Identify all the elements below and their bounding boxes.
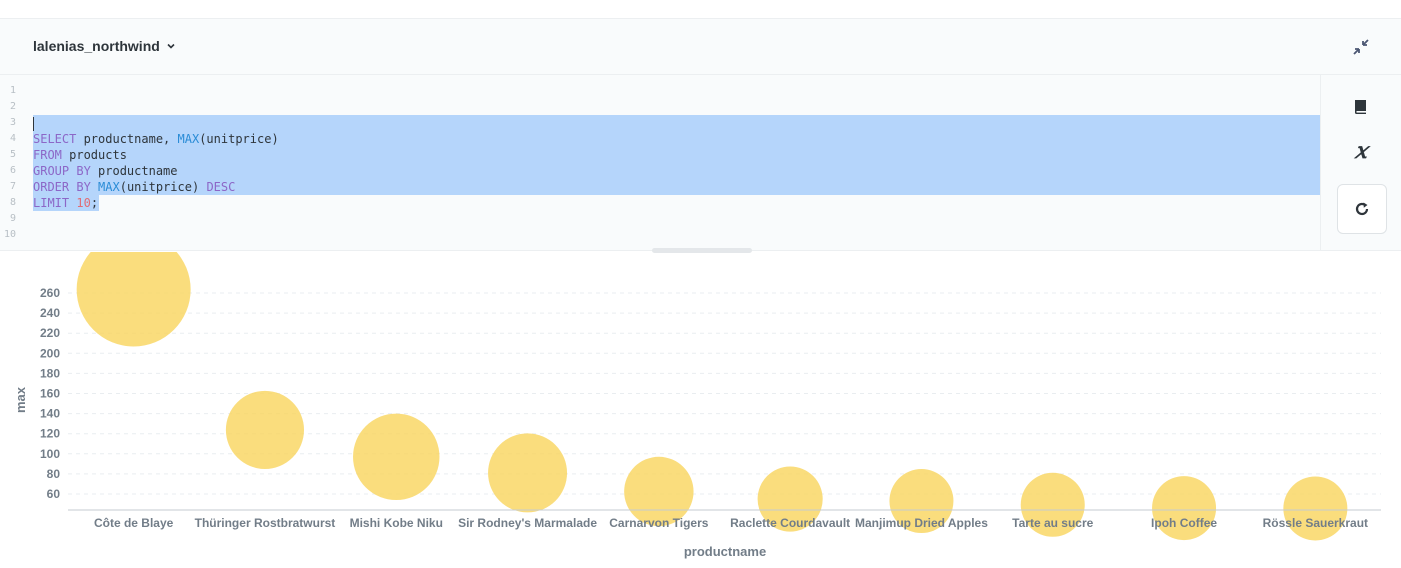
y-tick-label: 140 [40,407,60,421]
x-tick-label: Rössle Sauerkraut [1263,516,1368,530]
x-tick-label: Tarte au sucre [1012,516,1093,530]
x-tick-label: Sir Rodney's Marmalade [458,516,597,530]
line-number-gutter: 1 2 3 4 5 6 7 8 9 10 [0,83,20,243]
code-line[interactable]: LIMIT 10; [33,195,279,211]
code-line[interactable]: ​ [33,227,279,243]
y-tick-label: 220 [40,326,60,340]
code-lines[interactable]: ​​SELECT productname, MAX(unitprice)FROM… [33,83,279,243]
code-line[interactable]: SELECT productname, MAX(unitprice) [33,131,279,147]
line-number: 6 [9,165,16,176]
editor-sidebar: 𝑥 [1320,75,1401,250]
line-number: 5 [9,149,16,160]
database-name: lalenias_northwind [33,38,160,54]
bubble-point[interactable] [1152,476,1217,541]
line-number: 7 [9,181,16,192]
y-tick-label: 160 [40,387,60,401]
database-bar: lalenias_northwind [0,19,1401,75]
line-number: 8 [9,197,16,208]
code-line[interactable]: FROM products [33,147,279,163]
scatter-chart: 60 80 100 120 140 160 180 200 220 240 260 Côte de … [13,252,1381,559]
x-axis-ticks: Côte de Blaye Thüringer Rostbratwurst Mish… [94,516,1368,530]
sql-editor[interactable]: 1 2 3 4 5 6 7 8 9 10 ​​SELECT productnam… [0,75,1320,250]
line-number: 9 [9,213,16,224]
code-line[interactable] [33,115,279,131]
bubble-series [76,252,1348,541]
code-line[interactable]: ORDER BY MAX(unitprice) DESC [33,179,279,195]
bubble-point[interactable] [488,433,568,513]
bubble-point[interactable] [353,413,440,501]
run-query-button[interactable] [1337,184,1387,234]
bubble-point[interactable] [1283,476,1348,541]
variables-button[interactable]: 𝑥 [1349,139,1373,163]
variable-x-icon: 𝑥 [1354,138,1368,164]
line-number: 2 [9,101,16,112]
line-number: 3 [9,117,16,128]
y-axis-ticks: 60 80 100 120 140 160 180 200 220 240 260 [40,286,60,501]
book-icon [1355,100,1366,114]
refresh-icon [1355,202,1369,216]
collapse-icon[interactable] [1351,37,1371,57]
x-tick-label: Ipoh Coffee [1151,516,1217,530]
y-tick-label: 260 [40,286,60,300]
top-bar [0,0,1401,19]
code-line[interactable]: ​ [33,99,279,115]
y-tick-label: 120 [40,427,60,441]
x-tick-label: Manjimup Dried Apples [855,516,988,530]
code-line[interactable]: GROUP BY productname [33,163,279,179]
y-tick-label: 80 [47,467,61,481]
x-tick-label: Carnarvon Tigers [609,516,708,530]
y-tick-label: 60 [47,487,61,501]
database-picker[interactable]: lalenias_northwind [33,38,176,54]
x-tick-label: Thüringer Rostbratwurst [195,516,336,530]
code-line[interactable]: ​ [33,83,279,99]
x-tick-label: Raclette Courdavault [730,516,850,530]
y-axis-title: max [13,386,28,413]
y-tick-label: 100 [40,447,60,461]
y-tick-label: 180 [40,366,60,380]
line-number: 1 [9,85,16,96]
x-axis-title: productname [684,544,766,559]
y-tick-label: 240 [40,306,60,320]
code-line[interactable]: ​ [33,211,279,227]
bubble-point[interactable] [76,252,191,347]
x-tick-label: Mishi Kobe Niku [350,516,443,530]
x-tick-label: Côte de Blaye [94,516,174,530]
line-number: 4 [9,133,16,144]
bubble-point[interactable] [225,390,305,469]
chevron-down-icon [167,43,175,49]
y-tick-label: 200 [40,346,60,360]
data-reference-button[interactable] [1349,95,1373,119]
line-number: 10 [3,229,16,240]
